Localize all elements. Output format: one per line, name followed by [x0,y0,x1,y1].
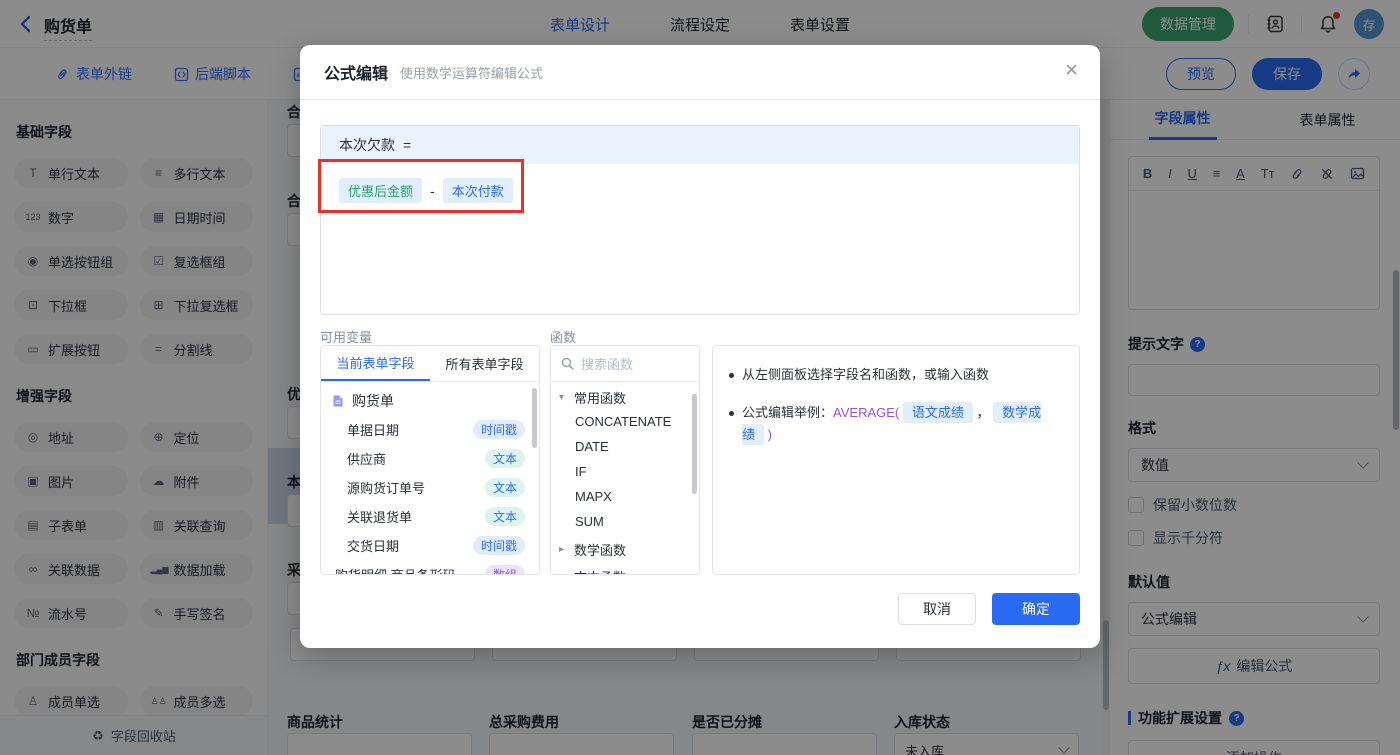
type-badge: 文本 [484,507,525,526]
type-badge: 数组 [484,565,525,574]
caret-right-icon: ▸ [559,544,565,555]
type-badge: 文本 [484,449,525,468]
var-field-row[interactable]: 购货明细.商品条形码 数组 [321,560,539,574]
dialog-title: 公式编辑 [324,66,389,83]
cancel-button[interactable]: 取消 [898,593,976,625]
tab-current-form-fields[interactable]: 当前表单字段 [321,346,430,381]
example-chip-chinese-score: 语文成绩 [902,402,973,423]
formula-expression-area[interactable]: 优惠后金额 - 本次付款 [321,164,1079,217]
var-field-row[interactable]: 源购货订单号 文本 [321,473,539,502]
caret-down-icon: ▾ [559,392,565,403]
formula-target-row: 本次欠款 = [321,126,1079,164]
formula-editor: 本次欠款 = 优惠后金额 - 本次付款 [320,125,1080,315]
help-panel: 从左侧面板选择字段名和函数，或输入函数 公式编辑举例：AVERAGE( 语文成绩… [712,345,1080,575]
confirm-button[interactable]: 确定 [992,593,1080,625]
type-badge: 时间戳 [472,420,525,439]
formula-chip-discounted-amount[interactable]: 优惠后金额 [339,178,423,203]
tree-root-form[interactable]: 购货单 [321,382,539,415]
type-badge: 文本 [484,478,525,497]
func-item-date[interactable]: DATE [551,434,699,459]
func-group-text[interactable]: ▸ 文本函数 [551,561,699,574]
document-icon [333,395,343,407]
type-badge: 时间戳 [472,536,525,555]
func-item-mapx[interactable]: MAPX [551,484,699,509]
var-field-row[interactable]: 交货日期 时间戳 [321,531,539,560]
bullet-icon [729,411,734,416]
minus-operator: - [430,182,435,199]
func-item-concatenate[interactable]: CONCATENATE [551,409,699,434]
help-line-1: 从左侧面板选择字段名和函数，或输入函数 [729,364,1063,386]
formula-target-field: 本次欠款 [339,137,395,153]
caret-right-icon: ▸ [559,571,569,574]
variables-scrollbar-thumb[interactable] [532,388,537,448]
example-close-paren: ) [767,427,772,442]
variables-panel: 当前表单字段 所有表单字段 购货单 单据日期 时间戳 供应商 文本 源购货订单号… [320,345,540,575]
func-item-sum[interactable]: SUM [551,509,699,534]
bullet-icon [729,373,734,378]
function-search[interactable]: 搜索函数 [551,346,699,382]
close-icon[interactable]: × [1065,59,1078,81]
formula-chip-current-payment[interactable]: 本次付款 [442,178,513,203]
var-field-row[interactable]: 供应商 文本 [321,444,539,473]
func-item-if[interactable]: IF [551,459,699,484]
func-group-math[interactable]: ▸ 数学函数 [551,534,699,561]
equals-sign: = [403,137,412,153]
help-line-2: 公式编辑举例：AVERAGE( 语文成绩 ， 数学成绩 ) [729,402,1063,446]
functions-scrollbar-thumb[interactable] [692,394,697,494]
example-function-name: AVERAGE( [833,405,900,420]
search-placeholder: 搜索函数 [581,357,634,372]
tab-all-form-fields[interactable]: 所有表单字段 [430,346,539,381]
functions-label: 函数 [550,330,577,345]
available-vars-label: 可用变量 [320,330,373,345]
dialog-subtitle: 使用数学运算符编辑公式 [400,65,544,81]
func-group-common[interactable]: ▾ 常用函数 [551,382,699,409]
var-field-row[interactable]: 关联退货单 文本 [321,502,539,531]
functions-panel: 搜索函数 ▾ 常用函数 CONCATENATE DATE IF MAPX SUM… [550,345,700,575]
formula-edit-dialog: 公式编辑 使用数学运算符编辑公式 × 本次欠款 = 优惠后金额 - 本次付款 可… [300,45,1100,648]
search-icon [561,357,574,370]
var-field-row[interactable]: 单据日期 时间戳 [321,415,539,444]
